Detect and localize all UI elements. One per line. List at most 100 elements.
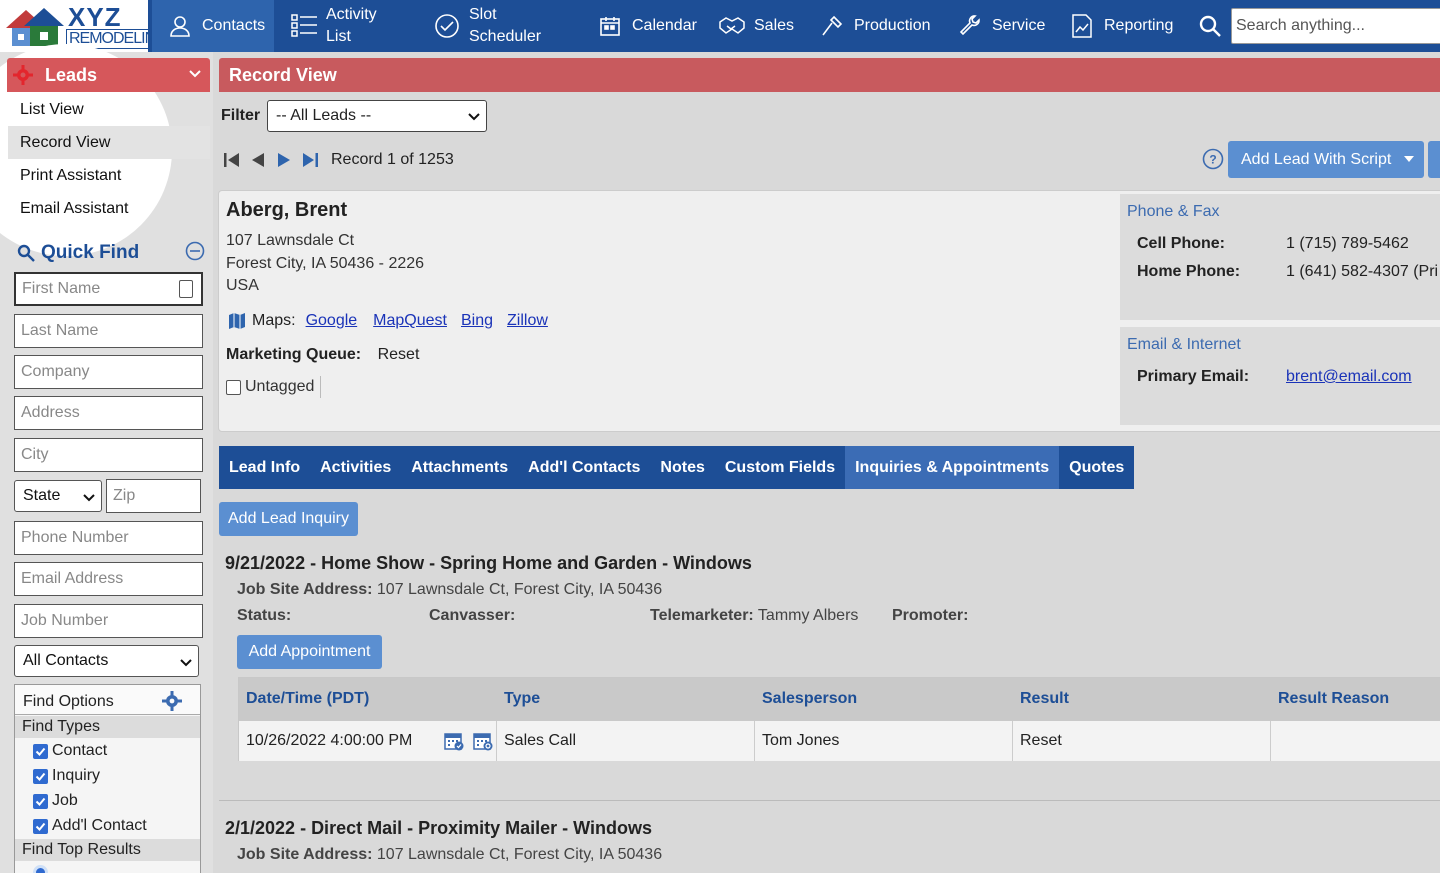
leads-menu-item[interactable]: Email Assistant (8, 192, 210, 225)
filter-select[interactable]: -- All Leads -- (267, 100, 487, 132)
nav-activity-line2: List (326, 28, 351, 45)
city-input[interactable] (14, 438, 203, 472)
map-link-mapquest[interactable]: MapQuest (373, 312, 447, 330)
address-input[interactable] (14, 396, 203, 430)
table-row[interactable]: 10/26/2022 4:00:00 PM Sales Call Tom Jon… (239, 721, 1440, 761)
leads-menu-item[interactable]: Print Assistant (8, 159, 210, 192)
find-types-label: Find Types (15, 716, 200, 738)
tab-notes[interactable]: Notes (650, 446, 714, 489)
checkbox-checked-icon[interactable] (33, 768, 48, 784)
next-record-icon[interactable] (273, 149, 295, 171)
leads-menu-item[interactable]: List View (8, 93, 210, 126)
find-type-inquiry[interactable]: Inquiry (33, 765, 100, 787)
calendar-sync-icon[interactable] (472, 730, 494, 752)
tab-addl-contacts[interactable]: Add'l Contacts (518, 446, 650, 489)
zip-input[interactable] (106, 479, 201, 513)
column-header[interactable]: Type (504, 690, 540, 708)
collapse-minus-icon[interactable] (185, 241, 205, 261)
nav-contacts[interactable]: Contacts (152, 0, 274, 52)
tab-attachments[interactable]: Attachments (401, 446, 518, 489)
promoter-label: Promoter: (892, 607, 969, 624)
company-input[interactable] (14, 355, 203, 389)
find-type-addl-contact[interactable]: Add'l Contact (33, 815, 147, 837)
calendar-edit-icon[interactable] (443, 730, 465, 752)
tab-lead-info[interactable]: Lead Info (219, 446, 310, 489)
checkbox-checked-icon[interactable] (33, 793, 48, 809)
map-link-bing[interactable]: Bing (461, 312, 493, 330)
checkbox-checked-icon[interactable] (33, 743, 48, 759)
leads-menu: List View Record View Print Assistant Em… (8, 93, 210, 225)
tab-inquiries-appointments[interactable]: Inquiries & Appointments (845, 446, 1060, 489)
gear-icon[interactable] (162, 691, 182, 711)
state-select[interactable]: State (14, 480, 102, 512)
leads-menu-header[interactable]: Leads (7, 58, 210, 92)
inquiry-title: 2/1/2022 - Direct Mail - Proximity Maile… (225, 818, 652, 838)
job-number-input[interactable] (14, 604, 203, 638)
last-record-icon[interactable] (299, 149, 321, 171)
first-name-input[interactable] (14, 272, 203, 306)
appointment-datetime-text: 10/26/2022 4:00:00 PM (246, 732, 413, 749)
global-search-input[interactable] (1231, 8, 1440, 44)
find-type-label: Inquiry (52, 767, 101, 784)
tab-quotes[interactable]: Quotes (1059, 446, 1134, 489)
map-link-zillow[interactable]: Zillow (507, 312, 548, 330)
nav-activity-list[interactable]: Activity List (290, 0, 377, 52)
nav-slot-scheduler[interactable]: Slot Scheduler (433, 0, 541, 52)
column-header[interactable]: Salesperson (762, 690, 857, 708)
canvasser-label: Canvasser: (429, 607, 516, 624)
extra-action-button[interactable] (1428, 141, 1440, 178)
leads-menu-item-selected[interactable]: Record View (8, 126, 210, 159)
tab-custom-fields[interactable]: Custom Fields (715, 446, 845, 489)
nav-calendar[interactable]: Calendar (596, 0, 697, 52)
column-header[interactable]: Result Reason (1278, 690, 1389, 708)
chevron-down-icon (83, 494, 95, 502)
nav-sales[interactable]: Sales (718, 0, 794, 52)
add-lead-with-script-label: Add Lead With Script (1241, 151, 1392, 168)
add-lead-inquiry-button[interactable]: Add Lead Inquiry (219, 502, 358, 536)
check-circle-icon (433, 12, 461, 40)
add-lead-with-script-button[interactable]: Add Lead With Script (1228, 141, 1424, 178)
inquiry-title: 9/21/2022 - Home Show - Spring Home and … (225, 553, 752, 573)
find-type-job[interactable]: Job (33, 790, 78, 812)
find-type-contact[interactable]: Contact (33, 740, 107, 762)
column-header[interactable]: Result (1020, 690, 1069, 708)
contacts-type-value: All Contacts (23, 652, 109, 669)
contact-card-icon[interactable] (179, 280, 193, 298)
nav-service-label: Service (992, 17, 1046, 34)
email-internet-panel: Email & Internet Primary Email: brent@em… (1120, 327, 1440, 425)
contacts-type-select[interactable]: All Contacts (14, 645, 199, 677)
map-link-google[interactable]: Google (306, 312, 358, 330)
job-site-value: 107 Lawnsdale Ct, Forest City, IA 50436 (376, 581, 663, 598)
appointment-salesperson: Tom Jones (755, 721, 1013, 761)
untagged-checkbox[interactable] (226, 379, 241, 395)
nav-production[interactable]: Production (818, 0, 931, 52)
checkbox-checked-icon[interactable] (33, 818, 48, 834)
search-icon[interactable] (1198, 14, 1222, 38)
untagged-checkbox-row[interactable]: Untagged (226, 376, 322, 398)
add-appointment-button[interactable]: Add Appointment (237, 635, 382, 669)
nav-slot-line1: Slot (469, 6, 497, 23)
marketing-queue: Marketing Queue: Reset (226, 346, 419, 364)
nav-activity-list-label: Activity List (326, 4, 377, 48)
state-select-value: State (23, 487, 61, 504)
lead-country: USA (226, 277, 259, 294)
nav-service[interactable]: Service (956, 0, 1045, 52)
find-type-label: Job (52, 792, 78, 809)
find-options-panel: Find Options Find Types Contact Inquiry … (14, 684, 201, 873)
radio-button-icon[interactable] (33, 865, 48, 873)
nav-contacts-label: Contacts (202, 17, 266, 34)
nav-reporting[interactable]: Reporting (1068, 0, 1173, 52)
previous-record-icon[interactable] (247, 149, 269, 171)
first-record-icon[interactable] (221, 149, 243, 171)
phone-fax-panel: Phone & Fax Cell Phone: 1 (715) 789-5462… (1120, 194, 1440, 320)
help-icon[interactable]: ? (1202, 148, 1224, 170)
phone-input[interactable] (14, 521, 203, 555)
last-name-input[interactable] (14, 314, 203, 348)
primary-email-link[interactable]: brent@email.com (1286, 368, 1412, 386)
tab-activities[interactable]: Activities (310, 446, 401, 489)
email-input[interactable] (14, 562, 203, 596)
record-pager: Record 1 of 1253 (221, 148, 454, 172)
status-label: Status: (237, 607, 292, 624)
maps-label: Maps: (252, 312, 296, 329)
column-header[interactable]: Date/Time (PDT) (246, 690, 369, 708)
